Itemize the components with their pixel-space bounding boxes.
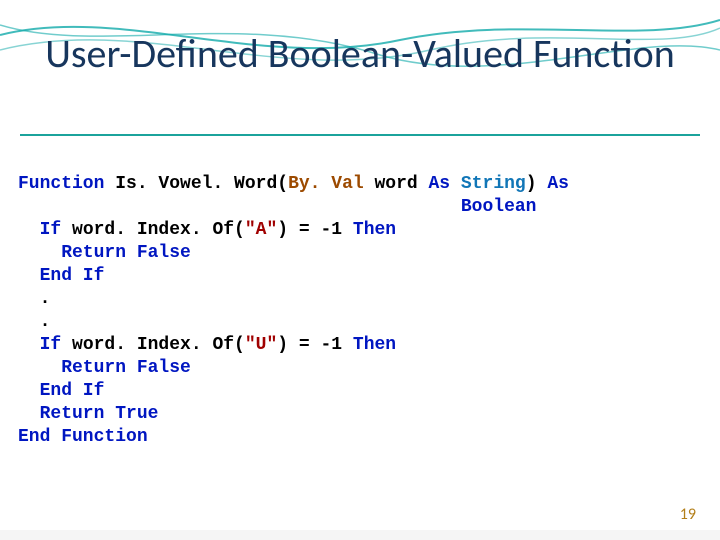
code-text: word. Index. Of( — [61, 220, 245, 240]
title-text: User-Defined Boolean-Valued Function — [45, 29, 675, 78]
code-text — [450, 174, 461, 194]
kw-as: As — [547, 174, 569, 194]
kw-then: Then — [353, 335, 396, 355]
kw-then: Then — [353, 220, 396, 240]
code-text: ) — [526, 174, 548, 194]
code-text: word — [364, 174, 429, 194]
code-pad — [18, 197, 461, 217]
kw-return: Return False — [18, 243, 191, 263]
kw-return: Return True — [18, 404, 158, 424]
bottom-bar — [0, 530, 720, 540]
page-number: 19 — [680, 505, 696, 524]
kw-as: As — [429, 174, 451, 194]
code-dot: . — [18, 289, 50, 309]
kw-endif: End If — [18, 266, 104, 286]
code-dot: . — [18, 312, 50, 332]
kw-endfunction: End Function — [18, 427, 148, 447]
str-literal: "A" — [245, 220, 277, 240]
slide: User-Defined Boolean-Valued Function Fun… — [0, 0, 720, 540]
kw-if: If — [18, 335, 61, 355]
code-text: Is. Vowel. Word( — [104, 174, 288, 194]
code-text: ) = -1 — [277, 220, 353, 240]
kw-return: Return False — [18, 358, 191, 378]
str-literal: "U" — [245, 335, 277, 355]
type-boolean: Boolean — [461, 197, 537, 217]
kw-byval: By. Val — [288, 174, 364, 194]
code-text: word. Index. Of( — [61, 335, 245, 355]
kw-endif: End If — [18, 381, 104, 401]
type-string: String — [461, 174, 526, 194]
kw-if: If — [18, 220, 61, 240]
title-underline — [20, 134, 700, 136]
slide-title: User-Defined Boolean-Valued Function — [0, 32, 720, 76]
code-block: Function Is. Vowel. Word(By. Val word As… — [18, 150, 702, 449]
code-text: ) = -1 — [277, 335, 353, 355]
kw-function: Function — [18, 174, 104, 194]
